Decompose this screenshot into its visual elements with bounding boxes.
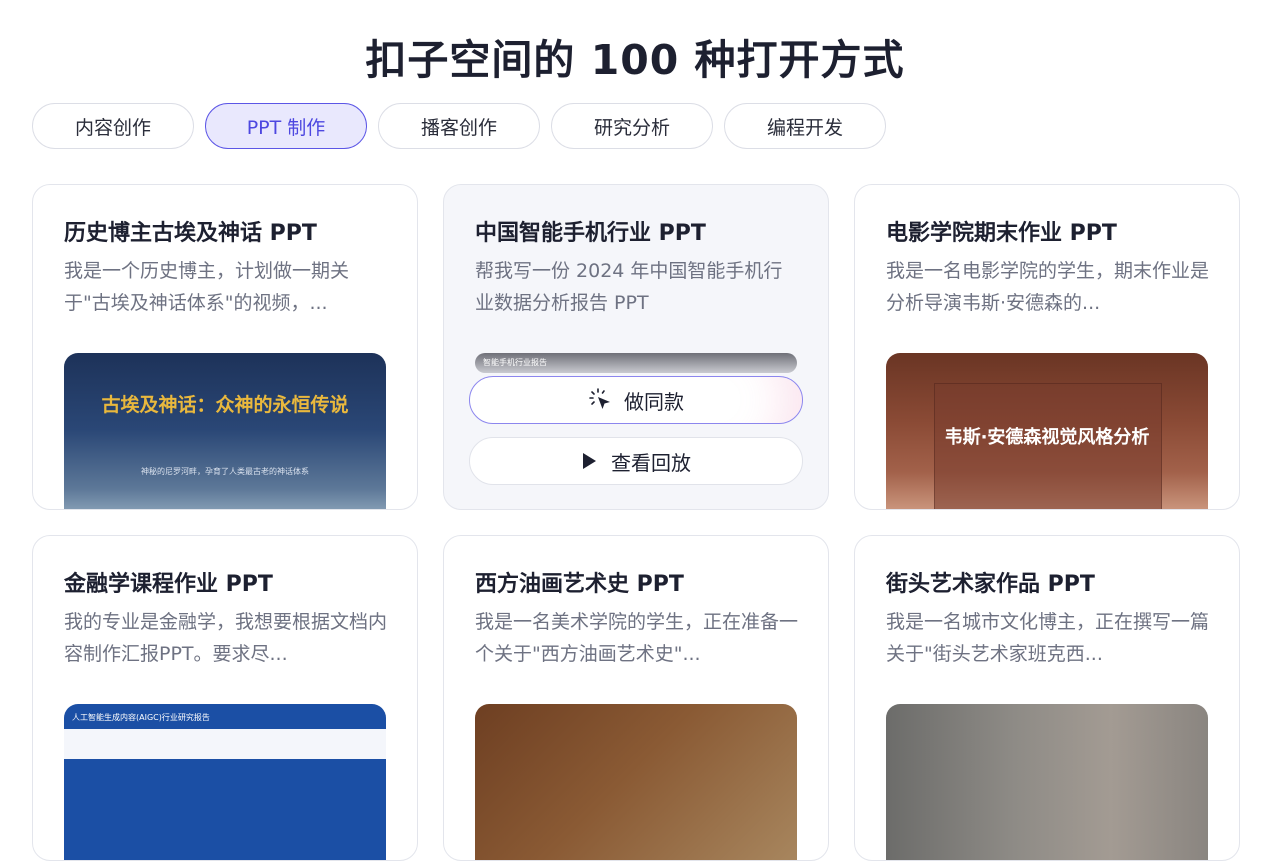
view-replay-label: 查看回放	[611, 450, 691, 475]
thumbnail-heading: 古埃及神话：众神的永恒传说	[101, 394, 349, 416]
case-card-street-art[interactable]: 街头艺术家作品 PPT 我是一名城市文化博主，正在撰写一篇关于"街头艺术家班克西…	[854, 535, 1240, 861]
make-same-button[interactable]: 做同款	[469, 376, 803, 424]
case-card-film[interactable]: 电影学院期末作业 PPT 我是一名电影学院的学生，期末作业是分析导演韦斯·安德森…	[854, 184, 1240, 510]
thumbnail-subtitle: 神秘的尼罗河畔，孕育了人类最古老的神话体系	[141, 467, 309, 476]
card-thumbnail	[886, 704, 1208, 860]
card-title: 电影学院期末作业 PPT	[886, 221, 1117, 246]
tab-programming[interactable]: 编程开发	[724, 103, 886, 149]
tab-podcast[interactable]: 播客创作	[378, 103, 540, 149]
card-thumbnail: 韦斯·安德森视觉风格分析	[886, 353, 1208, 509]
tab-ppt[interactable]: PPT 制作	[205, 103, 367, 149]
category-tabs: 内容创作 PPT 制作 播客创作 研究分析 编程开发	[32, 103, 886, 149]
card-description: 我是一名城市文化博主，正在撰写一篇关于"街头艺术家班克西...	[886, 611, 1210, 665]
card-description: 我的专业是金融学，我想要根据文档内容制作汇报PPT。要求尽...	[64, 611, 388, 665]
thumbnail-heading: 人工智能生成内容(AIGC)行业研究报告	[72, 713, 210, 722]
sparkle-cursor-icon	[588, 387, 614, 413]
card-description: 帮我写一份 2024 年中国智能手机行业数据分析报告 PPT	[475, 260, 783, 314]
card-thumbnail: 智能手机行业报告	[475, 353, 797, 373]
case-card-smartphone[interactable]: 中国智能手机行业 PPT 帮我写一份 2024 年中国智能手机行业数据分析报告 …	[443, 184, 829, 510]
play-icon	[581, 452, 597, 470]
card-description: 我是一个历史博主，计划做一期关于"古埃及神话体系"的视频，...	[64, 260, 350, 314]
card-title: 西方油画艺术史 PPT	[475, 572, 684, 597]
tab-content-creation[interactable]: 内容创作	[32, 103, 194, 149]
thumbnail-heading: 智能手机行业报告	[483, 358, 547, 367]
tab-research[interactable]: 研究分析	[551, 103, 713, 149]
card-thumbnail	[475, 704, 797, 860]
card-title: 街头艺术家作品 PPT	[886, 572, 1095, 597]
thumbnail-content	[64, 729, 386, 759]
card-description: 我是一名美术学院的学生，正在准备一个关于"西方油画艺术史"...	[475, 611, 799, 665]
card-thumbnail: 古埃及神话：众神的永恒传说 神秘的尼罗河畔，孕育了人类最古老的神话体系	[64, 353, 386, 509]
case-card-finance[interactable]: 金融学课程作业 PPT 我的专业是金融学，我想要根据文档内容制作汇报PPT。要求…	[32, 535, 418, 861]
view-replay-button[interactable]: 查看回放	[469, 437, 803, 485]
card-description: 我是一名电影学院的学生，期末作业是分析导演韦斯·安德森的...	[886, 260, 1210, 314]
case-card-oil-painting[interactable]: 西方油画艺术史 PPT 我是一名美术学院的学生，正在准备一个关于"西方油画艺术史…	[443, 535, 829, 861]
card-title: 历史博主古埃及神话 PPT	[64, 221, 317, 246]
thumbnail-heading: 韦斯·安德森视觉风格分析	[944, 427, 1150, 448]
card-thumbnail: 人工智能生成内容(AIGC)行业研究报告	[64, 704, 386, 860]
case-card-egypt[interactable]: 历史博主古埃及神话 PPT 我是一个历史博主，计划做一期关于"古埃及神话体系"的…	[32, 184, 418, 510]
card-title: 金融学课程作业 PPT	[64, 572, 273, 597]
make-same-label: 做同款	[624, 389, 684, 414]
card-title: 中国智能手机行业 PPT	[475, 221, 706, 246]
page-title: 扣子空间的 100 种打开方式	[365, 36, 905, 84]
